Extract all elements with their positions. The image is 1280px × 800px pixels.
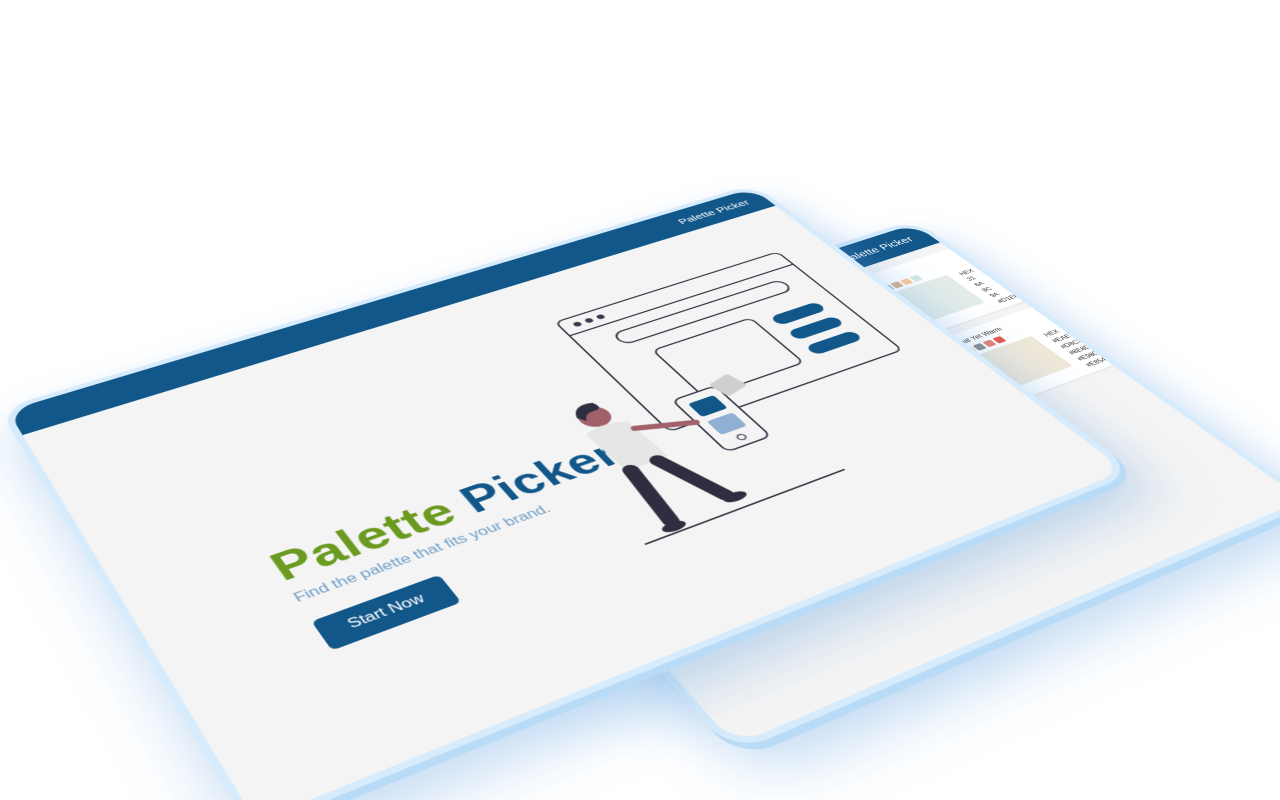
rgb-value: (44,53,49) bbox=[998, 256, 1033, 271]
rgb-value: (209,232,226) bbox=[1028, 274, 1074, 293]
rgb-column-header: rgb bbox=[990, 257, 1006, 266]
rgb-column-header: rgb bbox=[1077, 316, 1094, 325]
palette-brand: Gusto Idiv bbox=[1069, 290, 1106, 306]
rgb-value: (234,231,220) bbox=[1085, 311, 1132, 331]
rgb-value: (17,101,102) bbox=[1005, 259, 1047, 276]
scene: Palette Picker SupremeHEXrgbD(37,38,77)6… bbox=[0, 0, 1280, 800]
rgb-value: (217,176,140) bbox=[1013, 263, 1058, 282]
rgb-value: (233,128,116) bbox=[1111, 329, 1157, 349]
palette-brand: MediaWorks bbox=[978, 233, 1021, 250]
rgb-value: (232,90,79) bbox=[1119, 337, 1159, 355]
rgb-value: (255,203,154) bbox=[1021, 269, 1066, 287]
rgb-value: (216,195,165) bbox=[1094, 317, 1140, 337]
rgb-value: (142,141,138) bbox=[1102, 323, 1149, 343]
